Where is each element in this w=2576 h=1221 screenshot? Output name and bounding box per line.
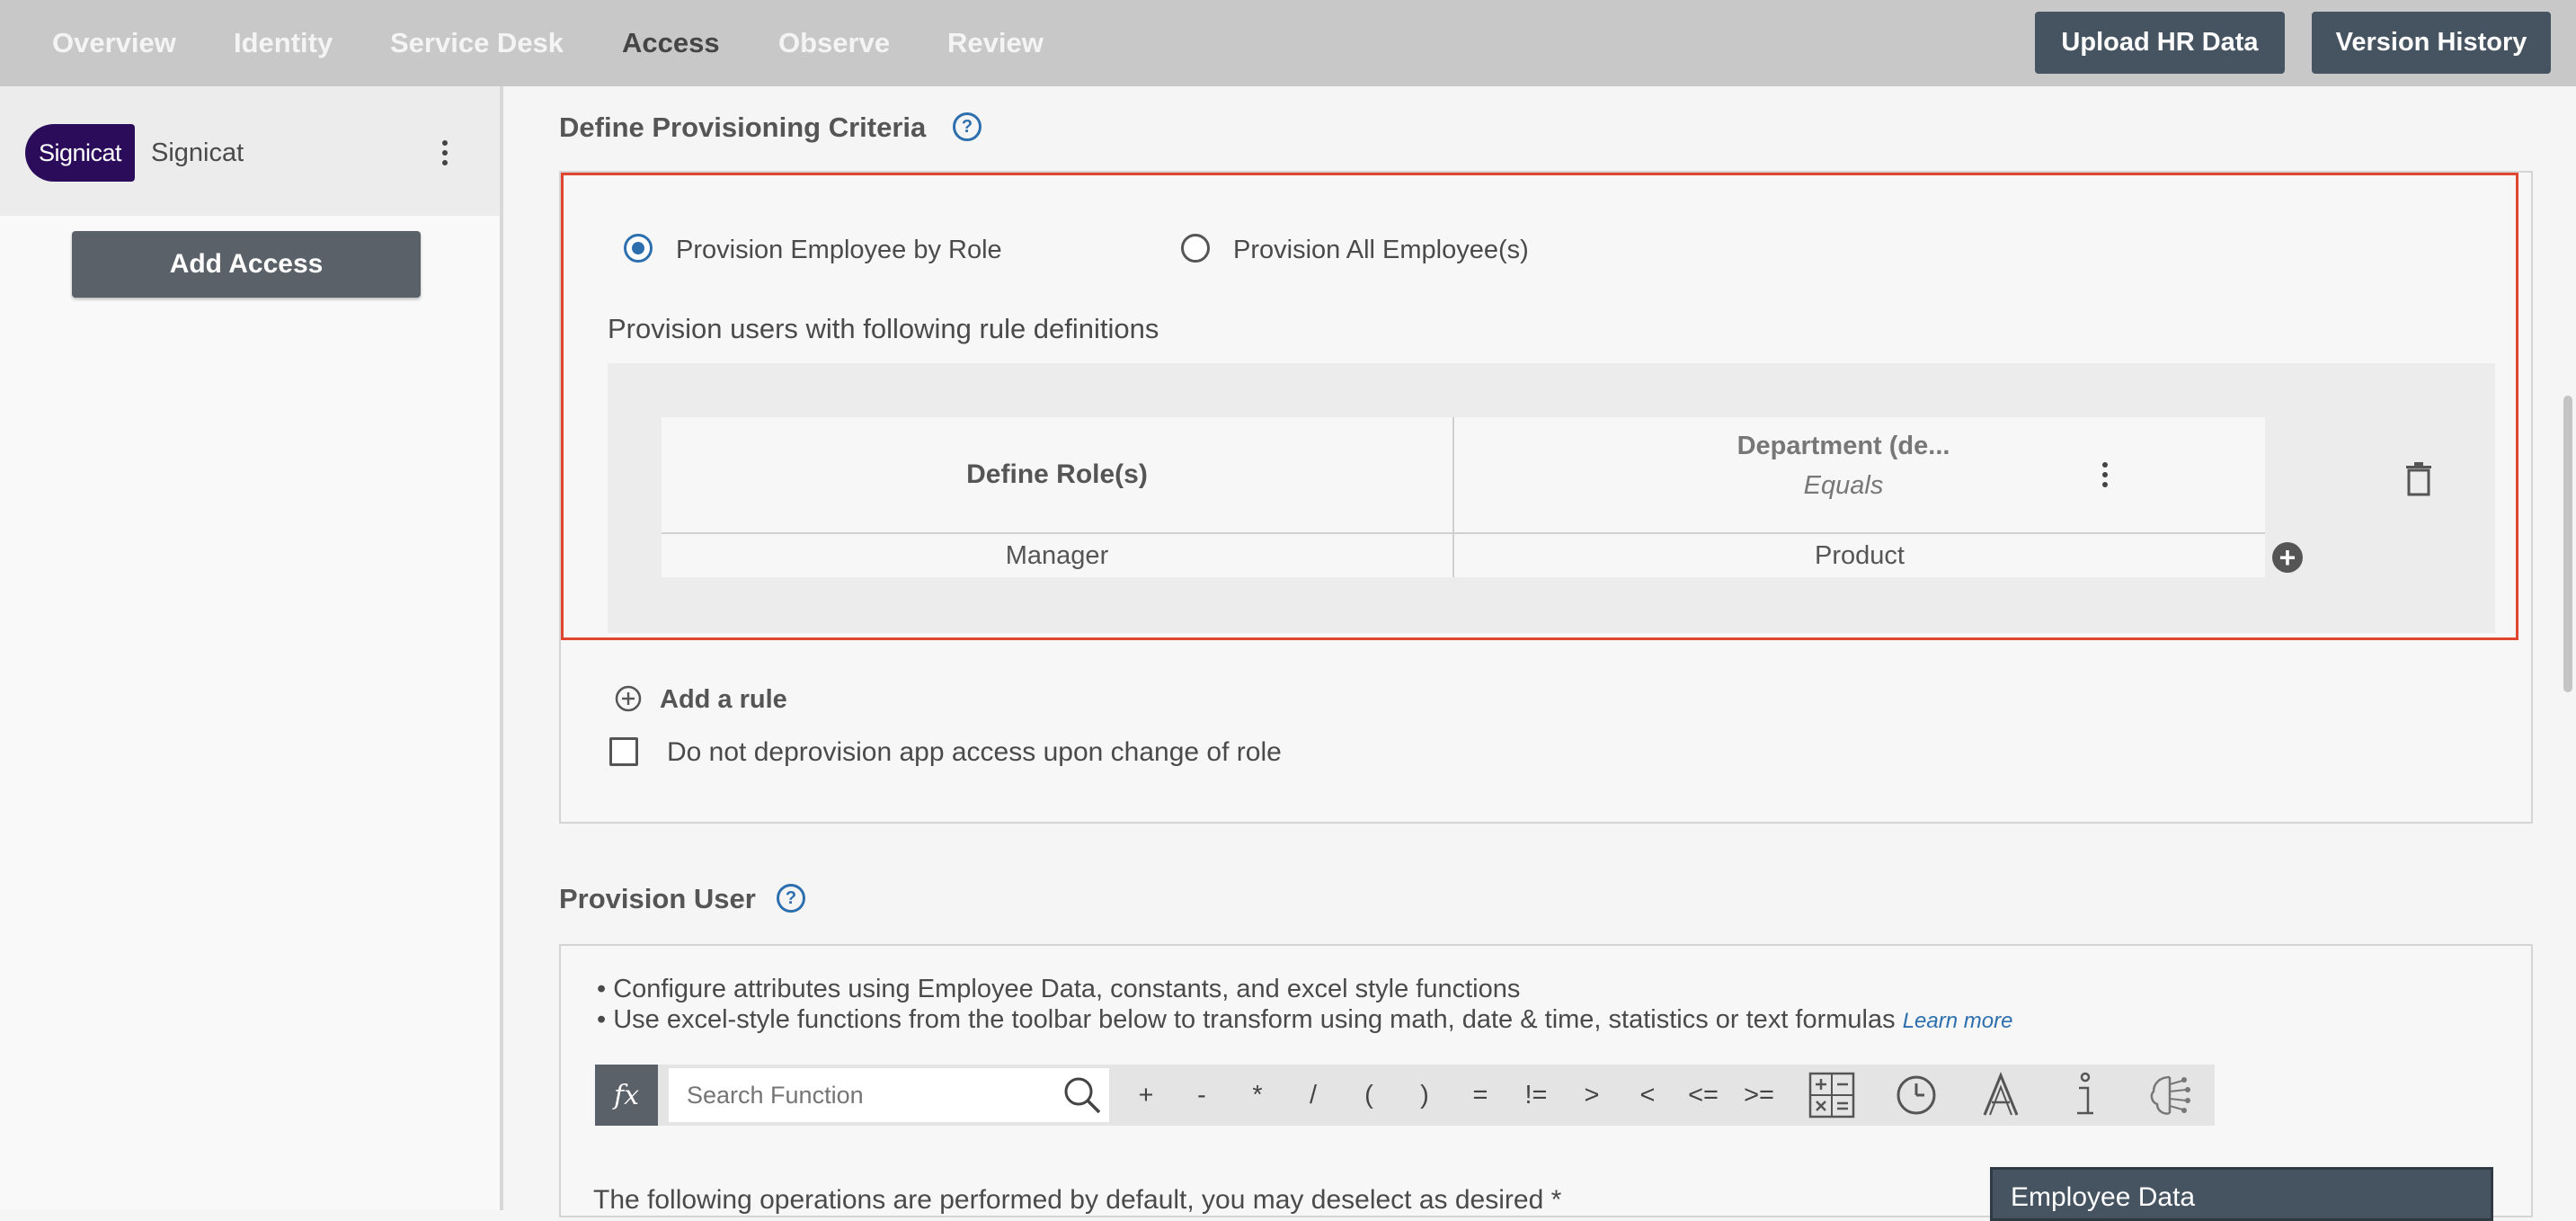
role-cell[interactable]: Manager — [662, 534, 1452, 577]
op-not-equals[interactable]: != — [1514, 1075, 1559, 1115]
rule-intro-text: Provision users with following rule defi… — [608, 313, 1159, 344]
app-name: Signicat — [151, 138, 244, 167]
column-options-kebab-icon[interactable] — [2102, 462, 2108, 487]
text-format-icon[interactable] — [1974, 1068, 2028, 1122]
op-greater-equal[interactable]: >= — [1737, 1075, 1781, 1115]
tab-access[interactable]: Access — [622, 27, 720, 59]
op-plus[interactable]: + — [1124, 1075, 1168, 1115]
default-operations-text: The following operations are performed b… — [593, 1185, 1562, 1215]
ai-brain-icon[interactable] — [2143, 1068, 2197, 1122]
top-nav-bar: Overview Identity Service Desk Access Ob… — [0, 0, 2576, 86]
app-options-kebab-icon[interactable] — [442, 140, 448, 165]
calculator-icon[interactable] — [1805, 1068, 1859, 1122]
radio-provision-by-role-label: Provision Employee by Role — [676, 236, 1002, 264]
employee-data-button[interactable]: Employee Data — [1990, 1167, 2493, 1221]
learn-more-link[interactable]: Learn more — [1903, 1009, 2013, 1033]
page-scrollbar[interactable] — [2563, 396, 2572, 692]
fx-icon: fx — [595, 1065, 658, 1126]
op-minus[interactable]: - — [1179, 1075, 1224, 1115]
add-rule-link[interactable]: Add a rule — [660, 685, 787, 715]
op-greater[interactable]: > — [1569, 1075, 1614, 1115]
department-value-cell[interactable]: Product — [1454, 534, 2265, 577]
radio-provision-all[interactable] — [1181, 234, 1210, 263]
op-close-paren[interactable]: ) — [1402, 1075, 1447, 1115]
department-column-header: Department (de... — [1737, 431, 1950, 460]
tab-observe[interactable]: Observe — [778, 27, 890, 59]
tab-overview[interactable]: Overview — [52, 27, 176, 59]
radio-provision-all-label: Provision All Employee(s) — [1233, 236, 1529, 264]
tab-identity[interactable]: Identity — [234, 27, 333, 59]
search-icon[interactable] — [1062, 1075, 1102, 1115]
criteria-title: Define Provisioning Criteria — [559, 111, 927, 143]
criteria-help-icon[interactable]: ? — [953, 112, 982, 141]
op-less-equal[interactable]: <= — [1681, 1075, 1726, 1115]
bullet-1: • Configure attributes using Employee Da… — [597, 975, 1521, 1003]
op-less[interactable]: < — [1625, 1075, 1670, 1115]
add-access-button[interactable]: Add Access — [72, 231, 421, 298]
provision-user-title: Provision User — [559, 883, 756, 914]
bullet-2: • Use excel-style functions from the too… — [597, 1005, 2013, 1034]
tab-service-desk[interactable]: Service Desk — [390, 27, 564, 59]
delete-rule-trash-icon[interactable] — [2405, 462, 2432, 496]
add-column-plus-icon[interactable]: + — [2272, 542, 2303, 573]
department-operator: Equals — [1803, 470, 1884, 500]
bullet-1-text: Configure attributes using Employee Data… — [613, 975, 1521, 1003]
add-rule-icon[interactable] — [615, 685, 642, 712]
op-equals[interactable]: = — [1458, 1075, 1503, 1115]
op-divide[interactable]: / — [1291, 1075, 1336, 1115]
deprovision-label: Do not deprovision app access upon chang… — [667, 737, 1282, 767]
op-open-paren[interactable]: ( — [1346, 1075, 1391, 1115]
upload-hr-data-button[interactable]: Upload HR Data — [2035, 12, 2285, 74]
radio-provision-by-role[interactable] — [624, 234, 653, 263]
search-function-input[interactable] — [669, 1068, 1109, 1122]
signicat-logo: Signicat — [25, 124, 135, 182]
op-multiply[interactable]: * — [1235, 1075, 1280, 1115]
info-icon[interactable] — [2058, 1068, 2112, 1122]
version-history-button[interactable]: Version History — [2312, 12, 2551, 74]
clock-icon[interactable] — [1889, 1068, 1943, 1122]
deprovision-checkbox[interactable] — [609, 737, 638, 766]
bullet-2-text: Use excel-style functions from the toolb… — [613, 1005, 1896, 1034]
provision-user-help-icon[interactable]: ? — [777, 884, 805, 913]
tab-review[interactable]: Review — [947, 27, 1044, 59]
role-column-header: Define Role(s) — [966, 459, 1148, 489]
